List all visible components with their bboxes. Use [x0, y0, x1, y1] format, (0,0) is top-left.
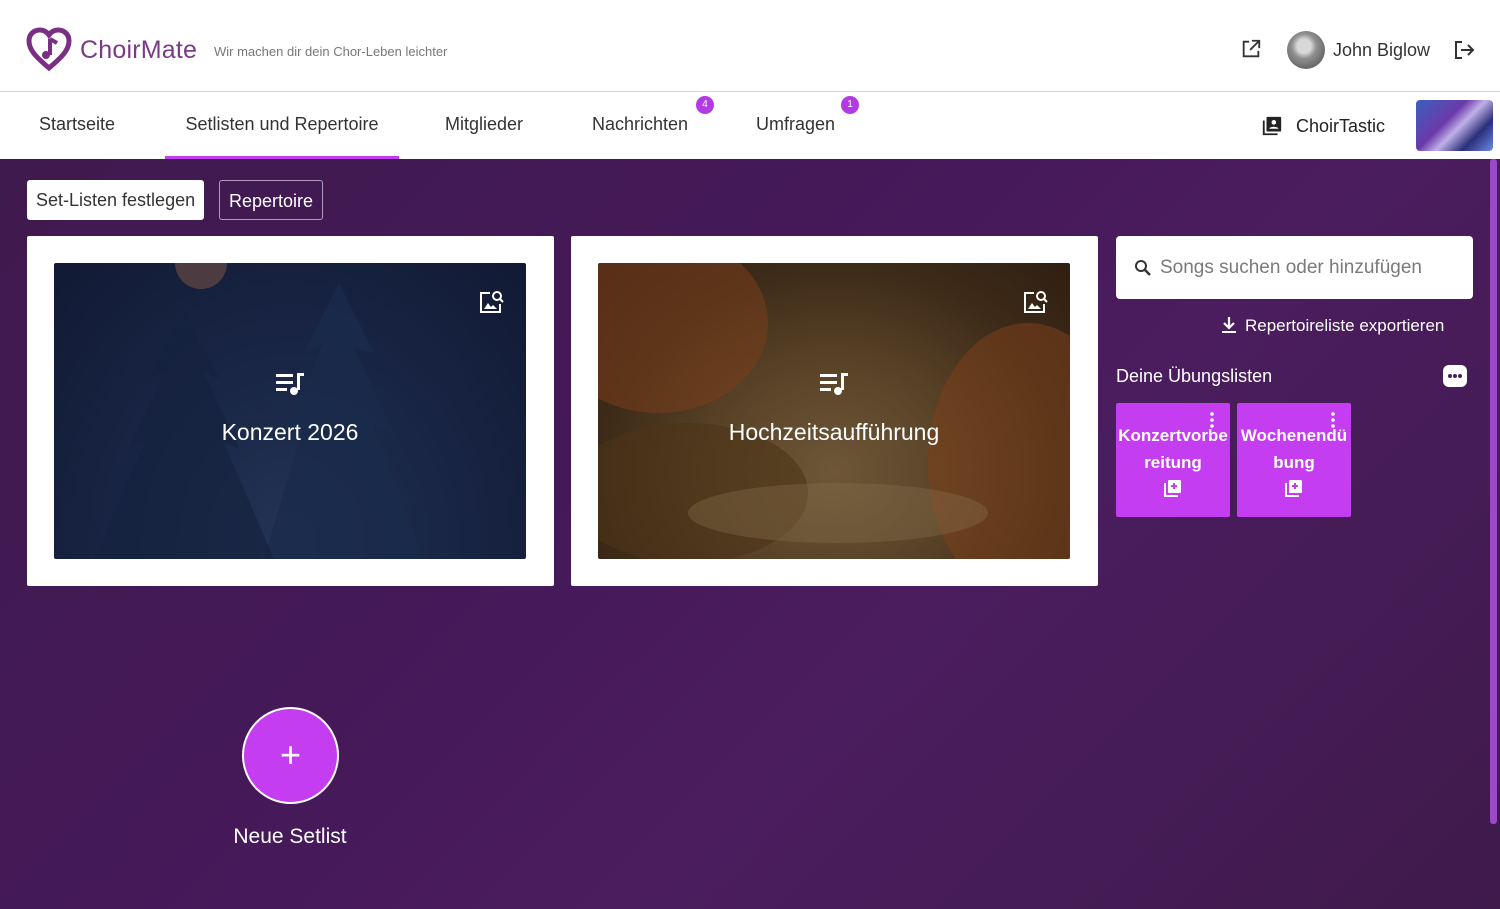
scrollbar[interactable]: [1490, 159, 1497, 824]
tab-setlisten-repertoire[interactable]: Setlisten und Repertoire: [165, 93, 399, 159]
setlist-cover-image: Konzert 2026: [54, 263, 526, 559]
setlist-card[interactable]: Konzert 2026: [27, 236, 554, 586]
main-content: Set-Listen festlegen Repertoire Konzert …: [0, 159, 1500, 909]
avatar[interactable]: [1287, 31, 1325, 69]
playlist-add-icon: [1164, 480, 1181, 497]
search-input[interactable]: [1160, 250, 1460, 286]
export-repertoire-button[interactable]: Repertoireliste exportieren: [1221, 316, 1444, 336]
setlist-title: Hochzeitsaufführung: [728, 419, 940, 445]
choir-library-icon: [1262, 116, 1282, 136]
logout-icon[interactable]: [1452, 38, 1476, 62]
download-icon: [1222, 317, 1236, 333]
plus-icon: +: [279, 734, 302, 775]
external-link-icon[interactable]: [1240, 38, 1262, 60]
image-search-icon[interactable]: [478, 289, 504, 315]
setlist-title: Konzert 2026: [221, 419, 359, 445]
user-name[interactable]: John Biglow: [1333, 40, 1430, 61]
playlist-add-icon: [1285, 480, 1302, 497]
tab-umfragen[interactable]: Umfragen: [756, 93, 835, 159]
practice-lists-title: Deine Übungslisten: [1116, 366, 1273, 386]
search-icon: [1135, 260, 1151, 276]
setlist-cover-image: Hochzeitsaufführung: [598, 263, 1070, 559]
more-options-icon[interactable]: [1443, 365, 1467, 387]
practice-list-name: Konzertvorbereitung: [1118, 426, 1228, 472]
export-label: Repertoireliste exportieren: [1245, 316, 1445, 335]
messages-badge: 4: [696, 96, 714, 114]
set-lists-button[interactable]: Set-Listen festlegen: [27, 180, 205, 220]
practice-list-tile[interactable]: Wochenendübung: [1237, 403, 1351, 517]
new-setlist-button[interactable]: +: [242, 707, 339, 804]
image-search-icon[interactable]: [1022, 289, 1048, 315]
main-nav: Startseite Setlisten und Repertoire Mitg…: [0, 93, 1500, 159]
playlist-icon: [820, 373, 848, 395]
night-forest-illustration: [94, 263, 424, 559]
tab-nachrichten[interactable]: Nachrichten: [592, 93, 688, 159]
tagline: Wir machen dir dein Chor-Leben leichter: [214, 44, 448, 59]
choir-thumbnail[interactable]: [1416, 100, 1493, 151]
practice-list-name: Wochenendübung: [1240, 426, 1348, 472]
brand-name: ChoirMate: [80, 36, 198, 64]
setlist-card[interactable]: Hochzeitsaufführung: [571, 236, 1098, 586]
autumn-river-illustration: [598, 263, 1070, 559]
new-setlist-label[interactable]: Neue Setlist: [202, 825, 378, 849]
song-search: [1116, 236, 1473, 299]
heart-logo-icon[interactable]: [26, 27, 72, 71]
choir-name[interactable]: ChoirTastic: [1296, 116, 1385, 137]
tab-mitglieder[interactable]: Mitglieder: [445, 93, 523, 159]
polls-badge: 1: [841, 96, 859, 114]
playlist-icon: [276, 373, 304, 395]
top-header: ChoirMate Wir machen dir dein Chor-Leben…: [0, 0, 1500, 92]
tab-startseite[interactable]: Startseite: [39, 93, 115, 159]
repertoire-button[interactable]: Repertoire: [219, 180, 324, 220]
practice-list-tile[interactable]: Konzertvorbereitung: [1116, 403, 1230, 517]
